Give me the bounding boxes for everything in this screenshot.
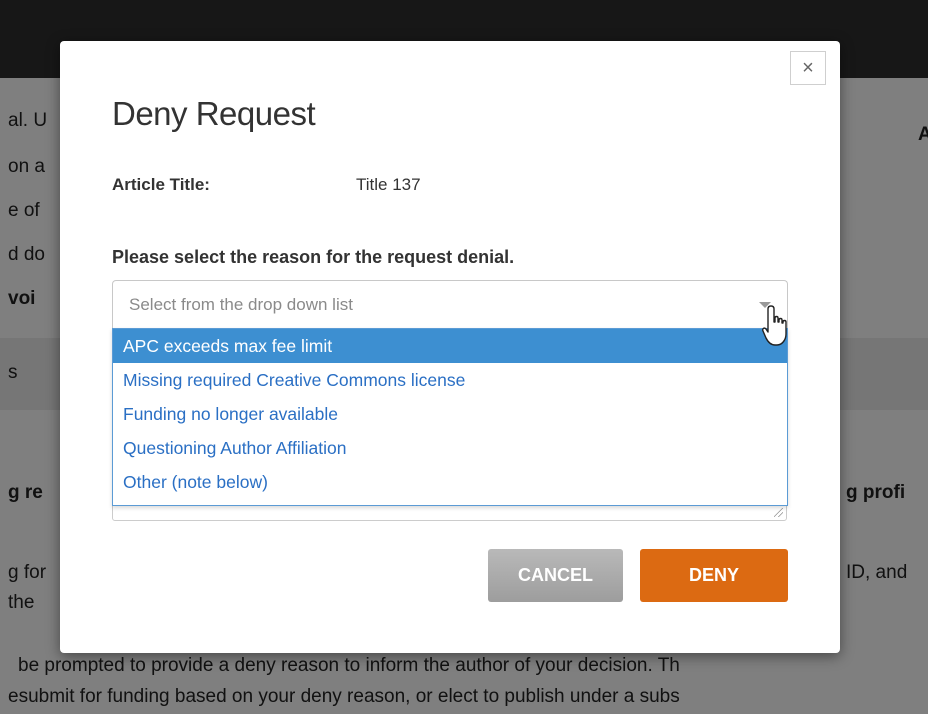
deny-reason-dropdown-list: APC exceeds max fee limit Missing requir… [112,328,788,506]
article-title-label: Article Title: [112,175,210,194]
dropdown-option[interactable]: Funding no longer available [113,397,787,431]
deny-request-dialog: × Deny Request Article Title: Title 137 … [60,41,840,653]
dropdown-option[interactable]: APC exceeds max fee limit [113,329,787,363]
deny-button[interactable]: DENY [640,549,788,602]
close-icon: × [802,56,814,79]
dropdown-option[interactable]: Questioning Author Affiliation [113,431,787,465]
resize-handle-icon[interactable] [774,508,783,517]
dialog-title: Deny Request [112,95,316,132]
cancel-button[interactable]: CANCEL [488,549,623,602]
select-placeholder: Select from the drop down list [129,295,353,314]
close-button[interactable]: × [790,51,826,85]
hand-pointer-icon [762,305,787,346]
deny-reason-select[interactable]: Select from the drop down list [112,280,788,328]
dropdown-option[interactable]: Missing required Creative Commons licens… [113,363,787,397]
article-title-value: Title 137 [356,175,421,194]
dropdown-option[interactable]: Other (note below) [113,465,787,499]
deny-reason-prompt: Please select the reason for the request… [112,247,515,267]
